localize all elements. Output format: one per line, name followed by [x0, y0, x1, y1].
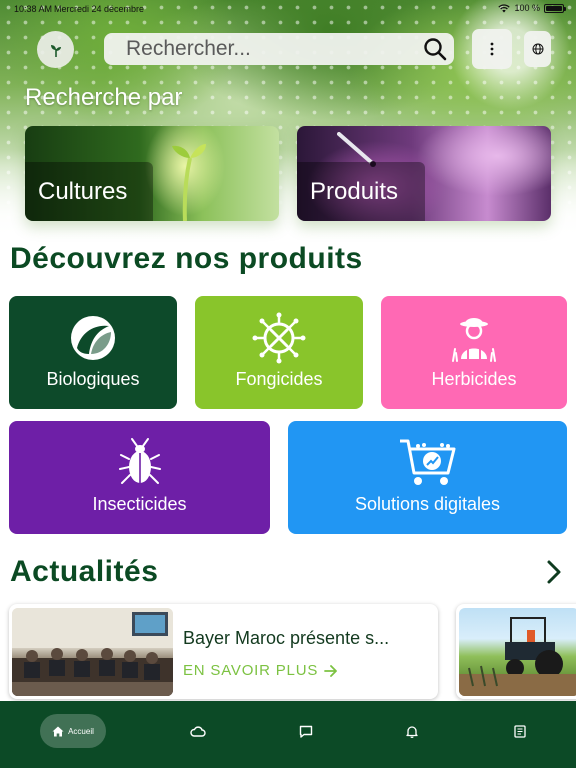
search-by-title: Recherche par	[25, 84, 183, 111]
tile-insecticides[interactable]: Insecticides	[9, 421, 270, 534]
sprout-image	[172, 144, 206, 221]
tile-insecticides-label: Insecticides	[92, 494, 187, 514]
nav-home-label: Accueil	[68, 726, 94, 736]
search-icon[interactable]	[422, 36, 448, 62]
fungicide-icon	[252, 312, 306, 364]
status-time: 10:38 AM	[14, 4, 53, 14]
cloud-icon	[190, 725, 206, 737]
wifi-icon	[498, 3, 511, 12]
beetle-icon	[118, 438, 161, 484]
news-section-title: Actualités	[10, 555, 159, 588]
nav-weather[interactable]	[187, 714, 209, 748]
produits-card[interactable]: Produits	[297, 126, 551, 221]
tile-biologiques[interactable]: Biologiques	[9, 296, 177, 409]
produits-label: Produits	[310, 178, 399, 205]
more-menu-button[interactable]	[472, 29, 512, 69]
bell-icon	[406, 725, 418, 738]
tile-biologiques-label: Biologiques	[46, 369, 140, 389]
battery-icon	[544, 3, 566, 13]
nav-news[interactable]	[509, 714, 531, 748]
products-section-title: Découvrez nos produits	[10, 242, 363, 275]
read-more-label: EN SAVOIR PLUS	[183, 662, 319, 679]
sprout-logo-icon	[50, 44, 61, 57]
tile-herbicides[interactable]: Herbicides	[381, 296, 567, 409]
chevron-right-icon[interactable]	[543, 559, 565, 585]
more-vertical-icon	[490, 42, 494, 56]
nav-chat[interactable]	[295, 714, 317, 748]
news-card-next[interactable]	[456, 604, 576, 699]
bottom-navigation: Accueil	[0, 701, 576, 768]
tile-fongicides[interactable]: Fongicides	[195, 296, 363, 409]
farmer-icon	[452, 318, 496, 362]
globe-icon	[532, 43, 543, 55]
news-title: Bayer Maroc présente s...	[183, 628, 390, 648]
leaf-swirl-icon	[71, 316, 115, 360]
news-image	[12, 608, 173, 696]
cultures-card[interactable]: Cultures	[25, 126, 279, 221]
language-button[interactable]	[524, 31, 551, 67]
arrow-right-icon	[324, 664, 338, 677]
news-card[interactable]: Bayer Maroc présente s... EN SAVOIR PLUS	[9, 604, 438, 699]
tile-solutions-digitales[interactable]: Solutions digitales	[288, 421, 567, 534]
status-date: Mercredi 24 décembre	[54, 4, 145, 14]
read-more-link[interactable]: EN SAVOIR PLUS	[183, 662, 338, 679]
cultures-label: Cultures	[38, 178, 128, 205]
nav-home[interactable]: Accueil	[40, 714, 106, 748]
battery-percent: 100 %	[514, 3, 540, 13]
status-bar: 10:38 AM Mercredi 24 décembre 100 %	[0, 0, 576, 18]
digital-cart-icon	[399, 439, 455, 485]
app-logo-button[interactable]	[37, 31, 74, 68]
tile-solutions-digitales-label: Solutions digitales	[354, 494, 501, 514]
home-icon	[52, 726, 64, 736]
tile-fongicides-label: Fongicides	[235, 369, 323, 389]
news-icon	[514, 724, 526, 738]
search-input[interactable]: Rechercher...	[126, 37, 422, 61]
tile-herbicides-label: Herbicides	[431, 369, 517, 389]
news-image-tractor	[459, 608, 576, 696]
search-bar[interactable]: Rechercher...	[104, 33, 454, 65]
chat-icon	[299, 725, 313, 738]
nav-notifications[interactable]	[401, 714, 423, 748]
